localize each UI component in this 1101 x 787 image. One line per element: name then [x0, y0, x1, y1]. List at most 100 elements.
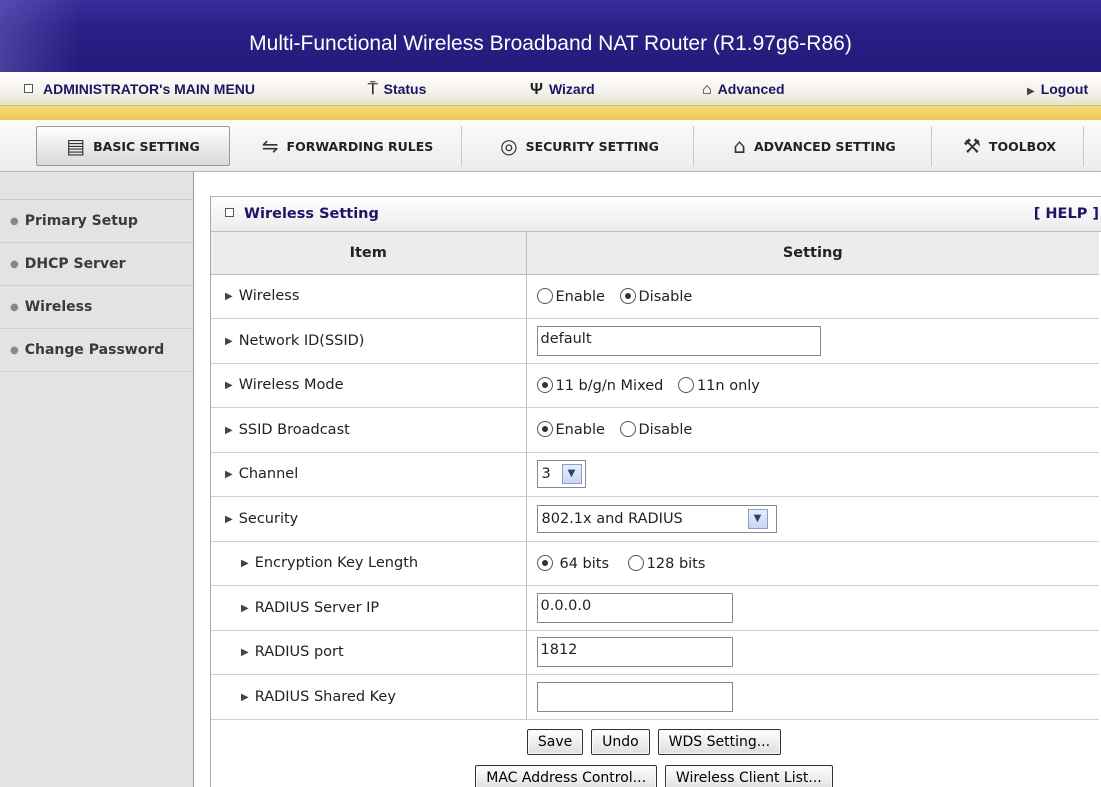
bullet-icon: ●: [10, 301, 19, 313]
wireless-disable-radio[interactable]: [619, 287, 636, 304]
tab-toolbox[interactable]: ⚒ TOOLBOX: [936, 126, 1084, 166]
broadcast-enable-radio[interactable]: [536, 421, 553, 438]
advanced-label: Advanced: [717, 81, 785, 97]
advanced-setting-icon: ⌂: [733, 134, 746, 158]
help-link[interactable]: [ HELP ]: [1034, 206, 1099, 222]
table-row: ▶ Wireless Mode 11 b/g/n Mixed 11n only: [211, 363, 1099, 408]
row-label-ssid: ▶ Network ID(SSID): [211, 318, 527, 364]
key-64-radio[interactable]: [536, 554, 553, 571]
book-icon: ▤: [66, 134, 86, 158]
key-128-radio[interactable]: [627, 554, 644, 571]
sidebar-item-label: DHCP Server: [24, 256, 126, 272]
square-bullet-icon: [225, 208, 234, 217]
logout-menu-item[interactable]: ▶ Logout: [1027, 81, 1088, 97]
tab-forwarding-rules[interactable]: ⇋ FORWARDING RULES: [234, 126, 462, 166]
admin-menu-text: ADMINISTRATOR's MAIN MENU: [43, 81, 256, 97]
wireless-enable-radio[interactable]: [536, 287, 553, 304]
label-text: RADIUS port: [254, 644, 344, 661]
key-64-label: 64 bits: [559, 555, 610, 572]
channel-select[interactable]: 3 ▼: [536, 460, 586, 489]
triangle-right-icon: ▶: [225, 291, 233, 303]
triangle-right-icon: ▶: [241, 691, 249, 703]
status-menu-item[interactable]: ⍑ Status: [368, 81, 426, 99]
tab-basic-setting[interactable]: ▤ BASIC SETTING: [36, 126, 230, 166]
label-text: Security: [238, 510, 299, 527]
undo-button[interactable]: Undo: [591, 729, 650, 755]
sidebar-item-change-password[interactable]: ● Change Password: [0, 329, 193, 372]
ssid-input[interactable]: default: [536, 325, 821, 356]
sidebar-item-label: Primary Setup: [24, 213, 138, 229]
advanced-menu-item[interactable]: ⌂ Advanced: [702, 81, 785, 99]
panel-title: Wireless Setting: [225, 206, 379, 222]
mac-address-control-button[interactable]: MAC Address Control...: [475, 765, 658, 787]
bullet-icon: ●: [10, 344, 19, 356]
row-label-channel: ▶ Channel: [211, 452, 527, 497]
tab-advanced-setting-label: ADVANCED SETTING: [753, 138, 896, 154]
label-text: Channel: [238, 466, 299, 483]
mode-mixed-label: 11 b/g/n Mixed: [555, 377, 664, 394]
mode-11n-label: 11n only: [696, 377, 760, 394]
triangle-right-icon: ▶: [1027, 86, 1035, 97]
broadcast-disable-radio[interactable]: [619, 421, 636, 438]
radius-key-input[interactable]: [536, 681, 733, 712]
tab-forwarding-rules-label: FORWARDING RULES: [286, 138, 434, 154]
triangle-right-icon: ▶: [225, 335, 233, 347]
row-label-ssid-broadcast: ▶ SSID Broadcast: [211, 407, 527, 453]
sidebar-item-primary-setup[interactable]: ● Primary Setup: [0, 200, 193, 243]
wds-setting-button[interactable]: WDS Setting...: [657, 729, 782, 755]
mode-11n-radio[interactable]: [677, 376, 694, 393]
radius-port-input[interactable]: 1812: [536, 637, 733, 668]
toolbox-icon: ⚒: [962, 134, 981, 158]
tab-bar: ▤ BASIC SETTING ⇋ FORWARDING RULES ◎ SECURI…: [0, 120, 1101, 172]
save-button[interactable]: Save: [526, 729, 584, 755]
triangle-right-icon: ▶: [241, 558, 249, 570]
table-row: ▶ SSID Broadcast Enable Disable: [211, 407, 1099, 453]
title-bar: Multi-Functional Wireless Broadband NAT …: [0, 0, 1101, 72]
label-text: Wireless Mode: [238, 377, 344, 394]
tab-security-setting[interactable]: ◎ SECURITY SETTING: [466, 126, 694, 166]
table-row: ▶ RADIUS Server IP 0.0.0.0: [211, 585, 1099, 631]
row-label-radius-key: ▶ RADIUS Shared Key: [211, 674, 527, 720]
gold-band: [0, 106, 1101, 120]
tab-security-setting-label: SECURITY SETTING: [525, 138, 659, 154]
table-row: ▶ Wireless Enable Disable: [211, 274, 1099, 319]
wizard-label: Wizard: [548, 81, 595, 97]
label-text: Encryption Key Length: [254, 555, 419, 572]
wireless-client-list-button[interactable]: Wireless Client List...: [664, 765, 833, 787]
row-setting-radius-port: 1812: [526, 630, 1099, 675]
tab-basic-setting-label: BASIC SETTING: [93, 138, 200, 154]
row-setting-wireless: Enable Disable: [526, 274, 1099, 319]
sidebar-item-label: Wireless: [24, 299, 93, 315]
sidebar-top: [0, 172, 193, 200]
wizard-icon: Ψ: [530, 81, 543, 98]
sidebar-item-dhcp-server[interactable]: ● DHCP Server: [0, 243, 193, 286]
row-setting-wireless-mode: 11 b/g/n Mixed 11n only: [526, 363, 1099, 408]
table-row: ▶ Network ID(SSID) default: [211, 318, 1099, 364]
row-setting-key-length: 64 bits 128 bits: [526, 541, 1099, 586]
triangle-right-icon: ▶: [225, 380, 233, 392]
row-label-key-length: ▶ Encryption Key Length: [211, 541, 527, 586]
broadcast-disable-label: Disable: [638, 422, 693, 439]
chevron-down-icon: ▼: [561, 464, 582, 485]
triangle-right-icon: ▶: [225, 469, 233, 481]
button-row-2: MAC Address Control... Wireless Client L…: [210, 765, 1098, 787]
security-select[interactable]: 802.1x and RADIUS ▼: [536, 504, 777, 533]
wizard-menu-item[interactable]: Ψ Wizard: [530, 81, 595, 99]
channel-select-value: 3: [541, 466, 551, 483]
label-text: RADIUS Shared Key: [254, 688, 396, 705]
radius-ip-input[interactable]: 0.0.0.0: [536, 592, 733, 623]
label-text: RADIUS Server IP: [254, 599, 380, 616]
arrows-icon: ⇋: [261, 134, 279, 158]
admin-main-menu-label: ADMINISTRATOR's MAIN MENU: [24, 81, 255, 97]
triangle-right-icon: ▶: [241, 647, 249, 659]
table-header-row: Item Setting: [211, 232, 1099, 275]
row-setting-radius-ip: 0.0.0.0: [526, 585, 1099, 631]
tab-advanced-setting[interactable]: ⌂ ADVANCED SETTING: [698, 126, 932, 166]
row-setting-channel: 3 ▼: [526, 452, 1099, 497]
row-label-radius-port: ▶ RADIUS port: [211, 630, 527, 675]
row-setting-security: 802.1x and RADIUS ▼: [526, 496, 1099, 542]
key-128-label: 128 bits: [646, 555, 706, 572]
advanced-icon: ⌂: [702, 81, 712, 98]
mode-mixed-radio[interactable]: [536, 376, 553, 393]
sidebar-item-wireless[interactable]: ● Wireless: [0, 286, 193, 329]
